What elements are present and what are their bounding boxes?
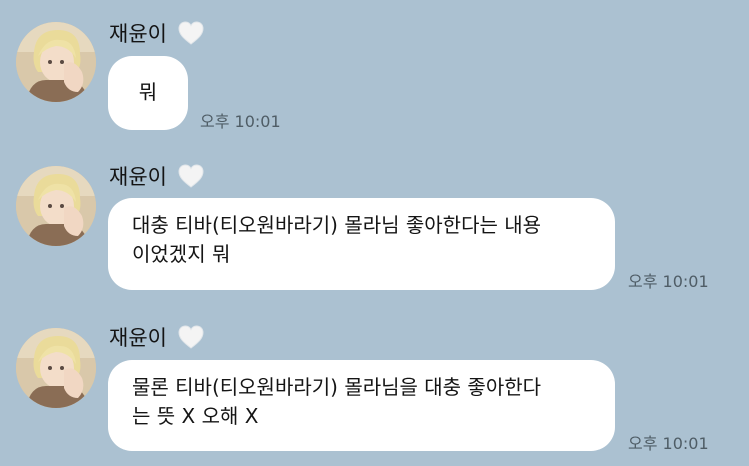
avatar[interactable] xyxy=(16,166,96,246)
avatar[interactable] xyxy=(16,328,96,408)
chat-room: 재윤이 뭐 오후 10:01 재윤이 대충 티바(티오원바라기) 몰라님 좋아한… xyxy=(0,0,749,466)
sender-name: 재윤이 xyxy=(109,326,167,350)
sender-name: 재윤이 xyxy=(109,22,167,46)
sender-name-row: 재윤이 xyxy=(109,159,205,193)
message-bubble[interactable]: 물론 티바(티오원바라기) 몰라님을 대충 좋아한다 는 뜻 X 오해 X xyxy=(108,360,615,451)
message-bubble[interactable]: 뭐 xyxy=(108,56,188,130)
message-text: 뭐 xyxy=(138,80,158,104)
message-time: 오후 10:01 xyxy=(628,272,709,291)
sender-name: 재윤이 xyxy=(109,165,167,189)
avatar[interactable] xyxy=(16,22,96,102)
message-time: 오후 10:01 xyxy=(200,112,281,131)
white-heart-icon xyxy=(178,21,204,45)
white-heart-icon xyxy=(178,164,204,188)
sender-name-row: 재윤이 xyxy=(109,16,205,50)
message-text-line: 이었겠지 뭐 xyxy=(132,242,231,266)
message-text-line: 는 뜻 X 오해 X xyxy=(132,404,259,428)
message-bubble[interactable]: 대충 티바(티오원바라기) 몰라님 좋아한다는 내용 이었겠지 뭐 xyxy=(108,198,615,290)
message-time: 오후 10:01 xyxy=(628,434,709,453)
white-heart-icon xyxy=(178,325,204,349)
message-text-line: 물론 티바(티오원바라기) 몰라님을 대충 좋아한다 xyxy=(132,375,542,399)
sender-name-row: 재윤이 xyxy=(109,320,205,354)
message-text-line: 대충 티바(티오원바라기) 몰라님 좋아한다는 내용 xyxy=(132,213,542,237)
